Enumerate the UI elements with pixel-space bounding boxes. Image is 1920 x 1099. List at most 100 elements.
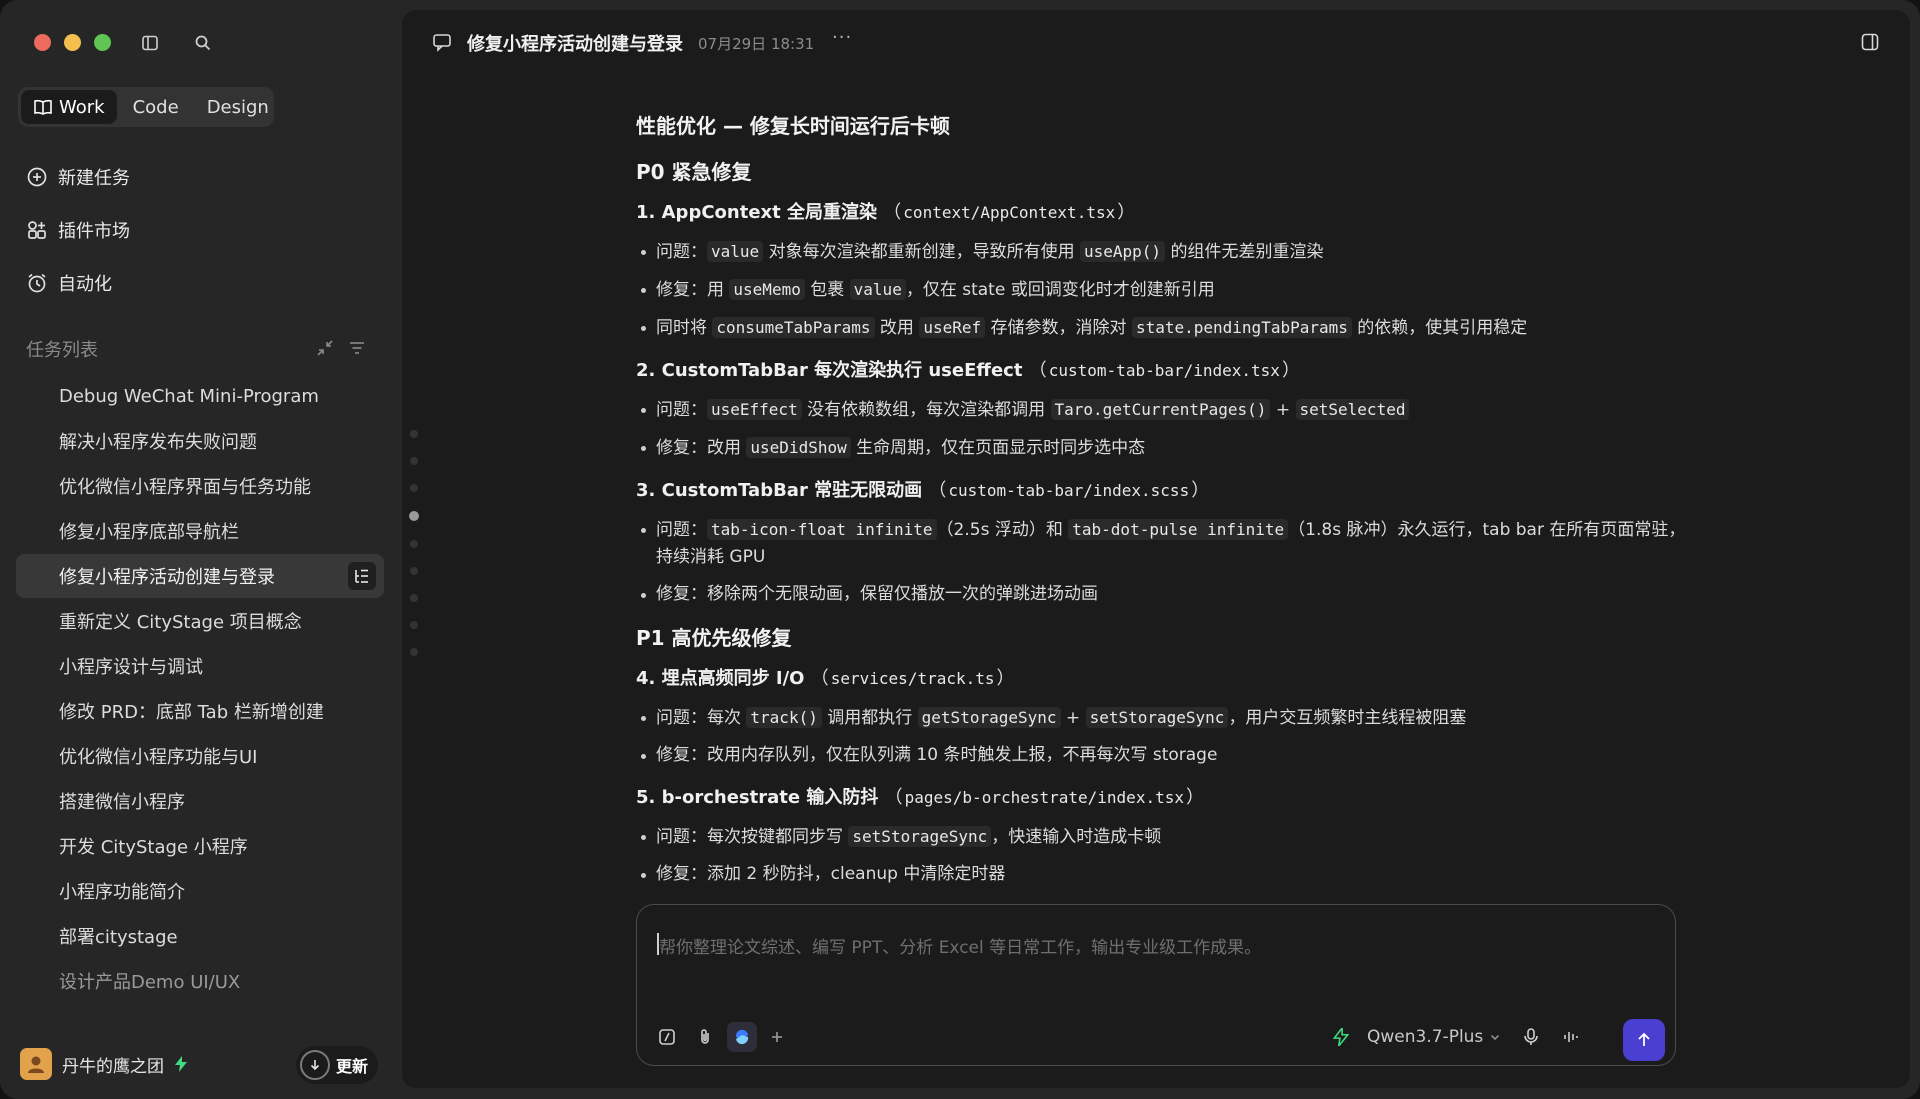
task-item[interactable]: 修改 PRD：底部 Tab 栏新增创建 <box>16 689 384 733</box>
task-item[interactable]: 小程序功能简介 <box>16 869 384 913</box>
composer-input[interactable]: 帮你整理论文综述、编写 PPT、分析 Excel 等日常工作，输出专业级工作成果… <box>659 933 1261 958</box>
task-label: Debug WeChat Mini-Program <box>59 385 319 407</box>
file-path: custom-tab-bar/index.tsx <box>1048 361 1280 380</box>
task-item[interactable]: 设计产品Demo UI/UX <box>16 959 384 1003</box>
plugin-market-button[interactable]: 插件市场 <box>26 213 130 247</box>
update-button[interactable]: 更新 <box>296 1046 379 1084</box>
nav-dot-active[interactable] <box>409 511 419 521</box>
task-label: 重新定义 CityStage 项目概念 <box>59 612 302 633</box>
list-item: 同时将 consumeTabParams 改用 useRef 存储参数，消除对 … <box>636 314 1686 342</box>
task-label: 小程序设计与调试 <box>59 657 203 678</box>
task-item[interactable]: 搭建微信小程序 <box>16 779 384 823</box>
mode-design-label: Design <box>206 96 269 118</box>
model-selector[interactable]: Qwen3.7-Plus <box>1367 1027 1501 1047</box>
chevron-down-icon <box>1491 1034 1500 1041</box>
app-window: Work Code Design 新建任务 插件市场 自动化 任务列表 Debu… <box>0 0 1920 1099</box>
file-ref: （context/AppContext.tsx） <box>883 202 1136 223</box>
nav-dot[interactable] <box>410 430 418 438</box>
task-item[interactable]: 优化微信小程序界面与任务功能 <box>16 464 384 508</box>
add-icon[interactable] <box>763 1023 791 1051</box>
main-panel: 修复小程序活动创建与登录 07月29日 18:31 ··· 性能优化 — 修复长… <box>402 10 1910 1088</box>
list-item: 修复：添加 2 秒防抖，cleanup 中清除定时器 <box>636 861 1686 888</box>
file-path: context/AppContext.tsx <box>903 203 1116 222</box>
file-ref: （services/track.ts） <box>810 668 1015 689</box>
file-ref: （pages/b-orchestrate/index.tsx） <box>884 787 1204 808</box>
send-button[interactable] <box>1623 1019 1665 1061</box>
nav-dot[interactable] <box>410 540 418 548</box>
plugin-market-label: 插件市场 <box>58 221 130 242</box>
task-item[interactable]: 小程序设计与调试 <box>16 644 384 688</box>
list-item: 修复：改用 useDidShow 生命周期，仅在页面显示时同步选中态 <box>636 434 1686 462</box>
nav-dot[interactable] <box>410 648 418 656</box>
collapse-icon[interactable] <box>316 339 334 357</box>
agent-logo-icon[interactable] <box>727 1022 757 1052</box>
maximize-window-button[interactable] <box>94 34 111 51</box>
task-list-title: 任务列表 <box>26 340 98 361</box>
task-outline-icon[interactable] <box>348 562 376 590</box>
list-item: 修复：用 useMemo 包裹 value ，仅在 state 或回调变化时才创建… <box>636 276 1686 304</box>
list-item: 修复：改用内存队列，仅在队列满 10 条时触发上报，不再每次写 storage <box>636 742 1686 769</box>
task-item[interactable]: 重新定义 CityStage 项目概念 <box>16 599 384 643</box>
task-item[interactable]: 修复小程序底部导航栏 <box>16 509 384 553</box>
sidebar: Work Code Design 新建任务 插件市场 自动化 任务列表 Debu… <box>0 0 402 1099</box>
mode-design-tab[interactable]: Design <box>195 90 281 124</box>
window-controls <box>34 34 111 51</box>
item-title: 5. b-orchestrate 输入防抖 <box>636 787 879 808</box>
microphone-icon[interactable] <box>1517 1023 1545 1051</box>
new-task-button[interactable]: 新建任务 <box>26 160 130 194</box>
task-label: 解决小程序发布失败问题 <box>59 432 257 453</box>
nav-dot[interactable] <box>410 594 418 602</box>
avatar <box>20 1048 52 1080</box>
minimize-window-button[interactable] <box>64 34 81 51</box>
user-profile[interactable]: 丹牛的鹰之团 <box>20 1048 188 1080</box>
arrow-up-icon <box>1638 1032 1650 1046</box>
task-item[interactable]: 开发 CityStage 小程序 <box>16 824 384 868</box>
filter-icon[interactable] <box>348 339 366 357</box>
automation-label: 自动化 <box>58 274 112 295</box>
model-name: Qwen3.7-Plus <box>1367 1027 1484 1047</box>
plus-circle-icon <box>27 167 47 187</box>
file-ref: （custom-tab-bar/index.tsx） <box>1028 360 1300 381</box>
task-item[interactable]: 部署citystage <box>16 914 384 958</box>
scroll-navigator[interactable] <box>409 430 420 675</box>
message-composer[interactable]: 帮你整理论文综述、编写 PPT、分析 Excel 等日常工作，输出专业级工作成果… <box>636 904 1676 1066</box>
slash-command-icon[interactable] <box>653 1023 681 1051</box>
chat-bubble-icon <box>432 32 452 57</box>
mode-code-tab[interactable]: Code <box>121 90 191 124</box>
nav-dot[interactable] <box>410 567 418 575</box>
task-list: Debug WeChat Mini-Program 解决小程序发布失败问题 优化… <box>16 374 384 1004</box>
clock-icon <box>28 273 46 293</box>
mode-work-tab[interactable]: Work <box>21 90 117 124</box>
task-item[interactable]: Debug WeChat Mini-Program <box>16 374 384 418</box>
close-window-button[interactable] <box>34 34 51 51</box>
task-label: 搭建微信小程序 <box>59 792 185 813</box>
search-icon[interactable] <box>190 30 216 56</box>
automation-button[interactable]: 自动化 <box>26 266 112 300</box>
task-item[interactable]: 解决小程序发布失败问题 <box>16 419 384 463</box>
list-item: 问题： tab-icon-float infinite （2.5s 浮动）和 tab… <box>636 516 1686 571</box>
task-label: 修改 PRD：底部 Tab 栏新增创建 <box>59 702 324 723</box>
nav-dot[interactable] <box>410 621 418 629</box>
task-label: 优化微信小程序界面与任务功能 <box>59 477 311 498</box>
file-path: custom-tab-bar/index.scss <box>948 481 1190 500</box>
nav-dot[interactable] <box>410 457 418 465</box>
bullet-list: 问题： tab-icon-float infinite （2.5s 浮动）和 tab… <box>636 516 1686 608</box>
more-options-button[interactable]: ··· <box>832 27 852 48</box>
section-heading-p0: P0 紧急修复 <box>636 160 752 184</box>
bullet-list: 问题：每次按键都同步写 setStorageSync ，快速输入时造成卡顿 修复：… <box>636 823 1686 888</box>
task-label: 修复小程序底部导航栏 <box>59 522 239 543</box>
user-name: 丹牛的鹰之团 <box>62 1056 164 1077</box>
task-item-active[interactable]: 修复小程序活动创建与登录 <box>16 554 384 598</box>
message-title: 性能优化 — 修复长时间运行后卡顿 <box>636 114 950 138</box>
nav-dot[interactable] <box>410 484 418 492</box>
voice-wave-icon[interactable] <box>1557 1023 1585 1051</box>
bolt-mode-icon[interactable] <box>1327 1023 1355 1051</box>
item-heading: 2. CustomTabBar 每次渲染执行 useEffect （custom… <box>636 356 1686 381</box>
toggle-panel-icon[interactable] <box>1860 32 1880 57</box>
paperclip-icon[interactable] <box>691 1023 719 1051</box>
toggle-sidebar-icon[interactable] <box>137 30 163 56</box>
list-item: 问题： value 对象每次渲染都重新创建，导致所有使用 useApp() 的组件… <box>636 238 1686 266</box>
task-item[interactable]: 优化微信小程序功能与UI <box>16 734 384 778</box>
mode-code-label: Code <box>132 96 179 118</box>
item-heading: 1. AppContext 全局重渲染 （context/AppContext.… <box>636 198 1686 223</box>
